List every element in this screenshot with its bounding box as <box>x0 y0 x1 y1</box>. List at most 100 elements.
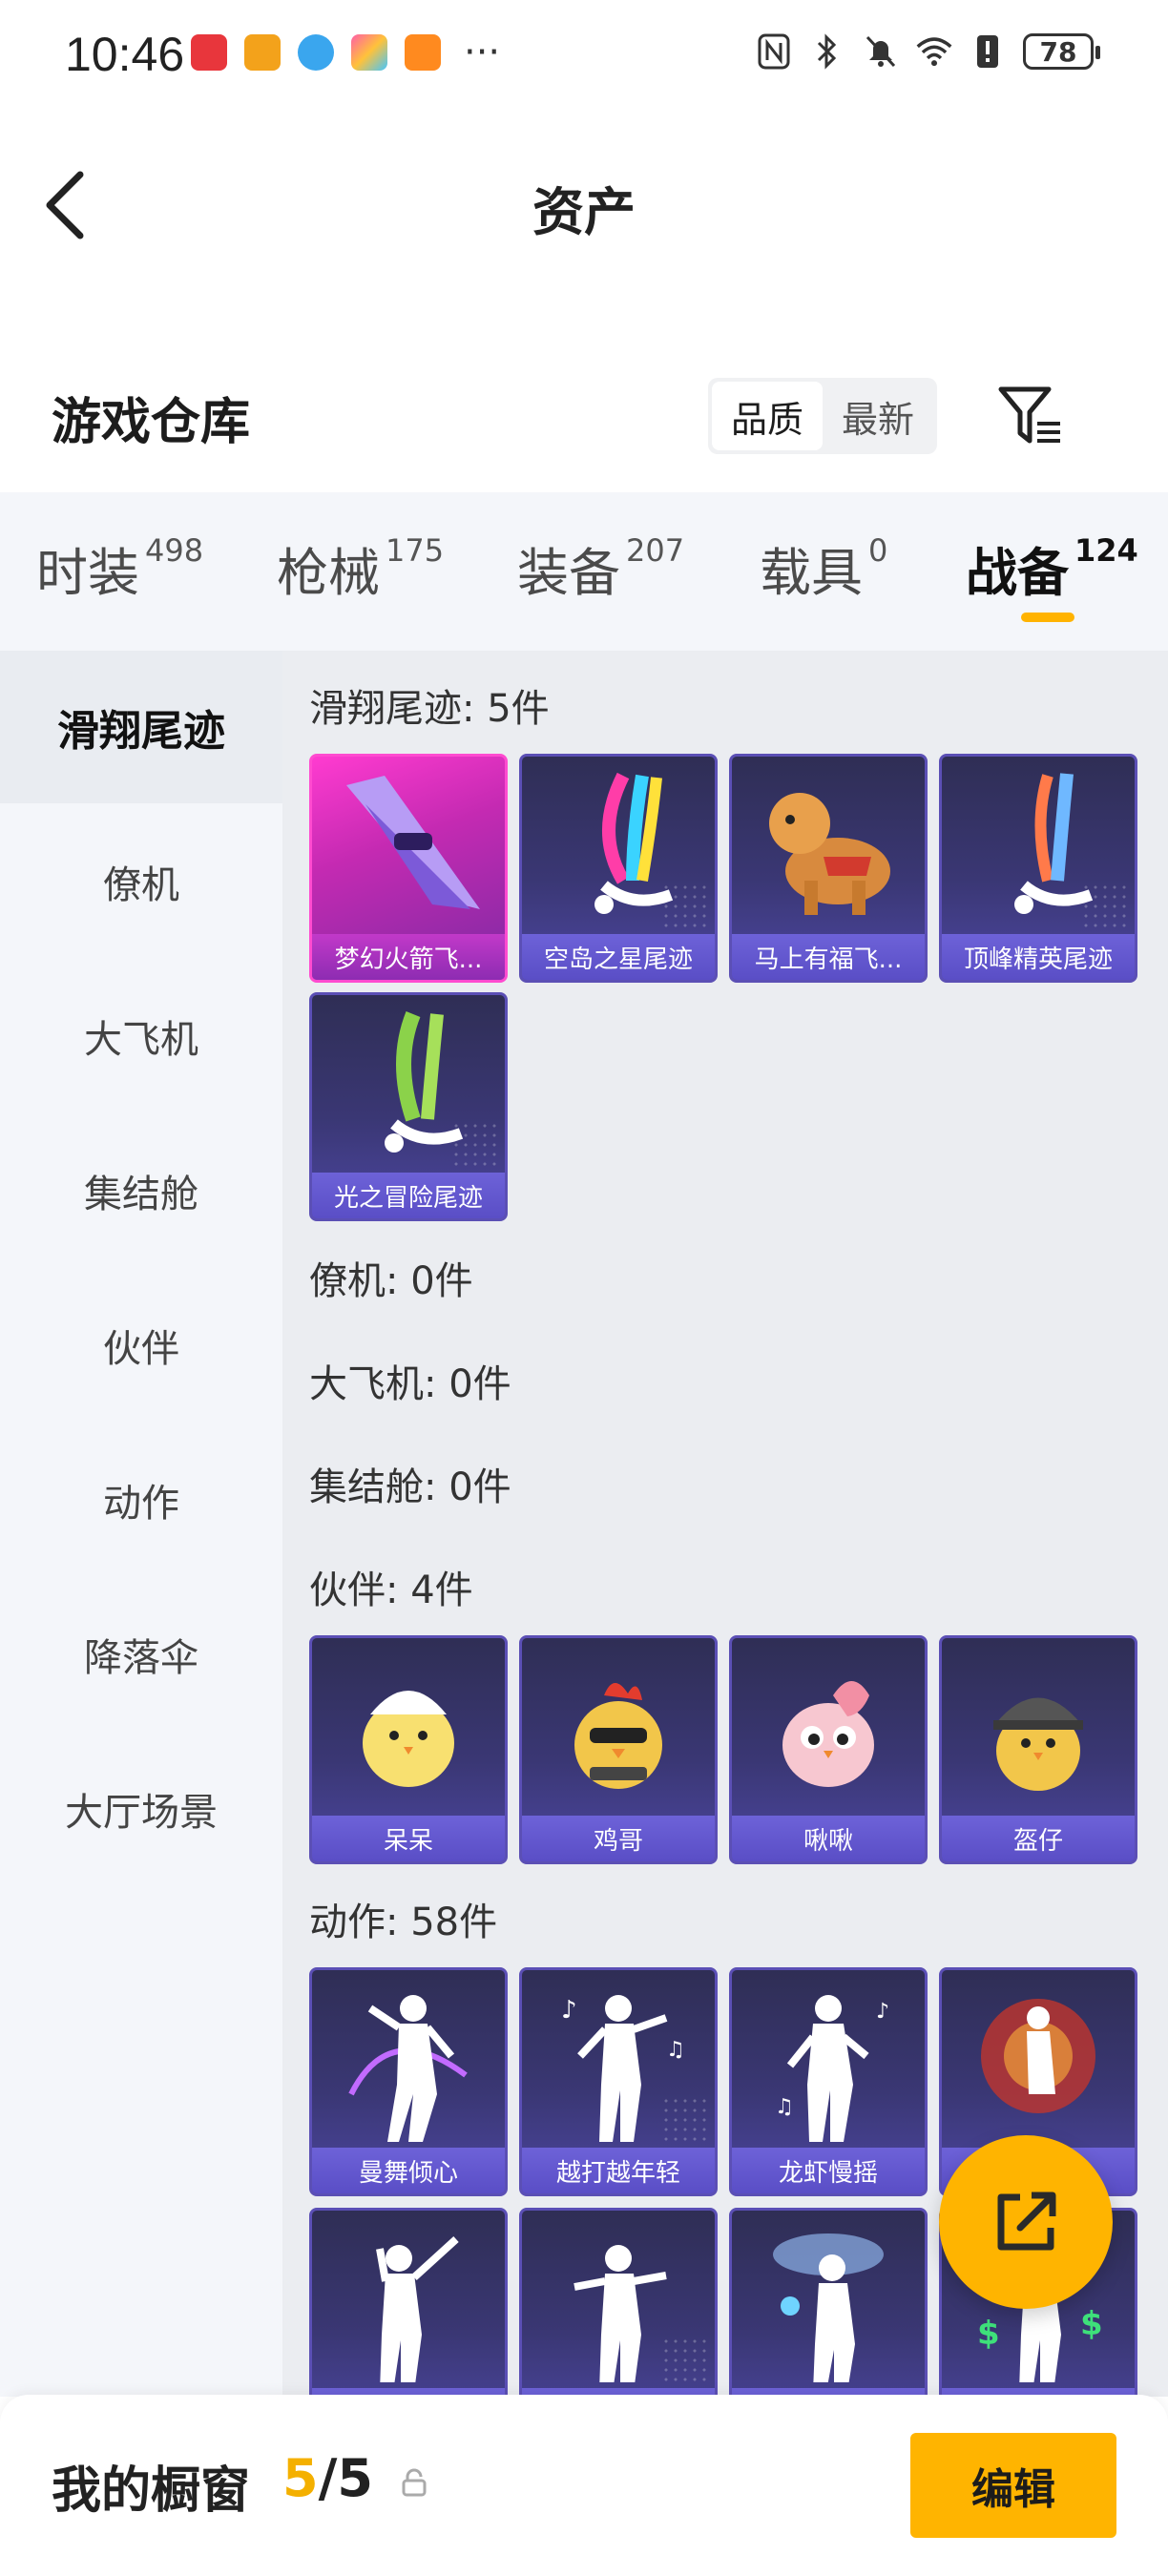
showcase-bar: 我的橱窗 5/5 编辑 <box>0 2395 1168 2576</box>
share-external-icon <box>997 2192 1056 2251</box>
item-list: 滑翔尾迹: 5件 梦幻火箭飞... 空岛之星尾迹 马上有福飞... 顶峰精英尾迹… <box>282 651 1168 2397</box>
group-header-partner: 伙伴: 4件 <box>309 1568 473 1612</box>
sidebar-item-parachute[interactable]: 降落伞 <box>0 1578 282 1731</box>
item-card[interactable] <box>309 2208 508 2397</box>
item-card[interactable]: ♪ ♫ 越打越年轻 <box>519 1967 718 2196</box>
item-card[interactable] <box>519 2208 718 2397</box>
bluetooth-icon <box>809 32 845 71</box>
item-name: 啾啾 <box>732 1816 925 1861</box>
tab-label: 战备 <box>966 543 1069 603</box>
item-name: 呆呆 <box>312 1816 505 1861</box>
item-image <box>732 2211 925 2392</box>
tab-fashion[interactable]: 时装 498 <box>36 530 203 606</box>
sidebar: 滑翔尾迹 僚机 大飞机 集结舱 伙伴 动作 降落伞 大厅场景 <box>0 651 282 2397</box>
tab-battle-gear[interactable]: 战备 124 <box>966 530 1138 606</box>
sort-quality-button[interactable]: 品质 <box>712 382 823 450</box>
svg-text:$: $ <box>977 2315 1000 2353</box>
nfc-icon <box>756 32 792 71</box>
category-tabs: 时装 498 枪械 175 装备 207 载具 0 战备 124 <box>0 492 1168 651</box>
item-image <box>942 1970 1135 2151</box>
item-name: 光之冒险尾迹 <box>312 1173 505 1218</box>
filter-button[interactable] <box>992 378 1069 454</box>
edit-button[interactable]: 编辑 <box>910 2433 1116 2538</box>
item-name: 鸡哥 <box>522 1816 715 1861</box>
item-name: 龙虾慢摇 <box>732 2148 925 2193</box>
group-header-wingman: 僚机: 0件 <box>309 1259 473 1303</box>
sidebar-item-rally-pod[interactable]: 集结舱 <box>0 1114 282 1267</box>
group-header-glide-trail: 滑翔尾迹: 5件 <box>309 687 550 731</box>
item-card[interactable]: ♪ ♫ 龙虾慢摇 <box>729 1967 928 2196</box>
app-icon-2 <box>244 34 281 71</box>
item-card[interactable] <box>729 2208 928 2397</box>
tab-count: 498 <box>145 532 204 569</box>
battery-icon: 78 <box>1023 33 1100 70</box>
tab-label: 载具 <box>760 543 863 603</box>
item-name: 马上有福飞... <box>732 934 925 980</box>
showcase-title: 我的橱窗 <box>52 2462 251 2520</box>
item-name: 曼舞倾心 <box>312 2148 505 2193</box>
item-image <box>312 2211 505 2392</box>
svg-text:♫: ♫ <box>775 2095 794 2119</box>
status-app-icons: ··· <box>191 31 501 74</box>
item-image <box>732 757 925 938</box>
item-card[interactable]: 梦幻火箭飞... <box>309 754 508 983</box>
item-name: 盔仔 <box>942 1816 1135 1861</box>
showcase-total: 5 <box>337 2448 373 2508</box>
group-header-action: 动作: 58件 <box>309 1901 498 1944</box>
item-card[interactable]: 空岛之星尾迹 <box>519 754 718 983</box>
sidebar-item-action[interactable]: 动作 <box>0 1423 282 1576</box>
huawei-app-icon <box>191 34 227 71</box>
item-name: 越打越年轻 <box>522 2148 715 2193</box>
group-header-rally-pod: 集结舱: 0件 <box>309 1465 511 1509</box>
sidebar-item-lobby-scene[interactable]: 大厅场景 <box>0 1733 282 1885</box>
app-icon-4 <box>351 34 387 71</box>
wifi-icon <box>916 32 952 71</box>
warehouse-title: 游戏仓库 <box>52 394 251 451</box>
tab-count: 207 <box>626 532 685 569</box>
item-card[interactable]: 曼舞倾心 <box>309 1967 508 2196</box>
tab-label: 装备 <box>517 543 620 603</box>
card-pattern <box>661 2096 709 2144</box>
tab-count: 0 <box>868 532 888 569</box>
tab-label: 枪械 <box>277 543 380 603</box>
item-name: 顶峰精英尾迹 <box>942 934 1135 980</box>
showcase-separator: / <box>318 2448 338 2508</box>
item-image <box>732 1638 925 1819</box>
svg-text:♪: ♪ <box>561 1996 577 2025</box>
tab-equipment[interactable]: 装备 207 <box>517 530 684 606</box>
showcase-count: 5/5 <box>282 2448 373 2508</box>
sort-latest-button[interactable]: 最新 <box>823 382 933 450</box>
tab-count: 124 <box>1074 532 1138 569</box>
svg-text:♫: ♫ <box>666 2038 685 2062</box>
more-notifications-icon: ··· <box>464 31 501 74</box>
tab-vehicles[interactable]: 载具 0 <box>760 530 887 606</box>
svg-text:♪: ♪ <box>876 2000 889 2024</box>
item-image <box>522 1638 715 1819</box>
item-name: 梦幻火箭飞... <box>312 934 505 980</box>
svg-text:$: $ <box>1080 2305 1103 2343</box>
app-icon-5 <box>405 34 441 71</box>
battery-level: 78 <box>1039 35 1077 68</box>
item-card[interactable]: 光之冒险尾迹 <box>309 992 508 1221</box>
item-card[interactable]: 呆呆 <box>309 1635 508 1864</box>
item-card[interactable]: 鸡哥 <box>519 1635 718 1864</box>
status-indicators: 78 <box>756 32 1100 71</box>
item-name: 空岛之星尾迹 <box>522 934 715 980</box>
sidebar-item-glide-trail[interactable]: 滑翔尾迹 <box>0 651 282 803</box>
filter-icon <box>998 386 1060 444</box>
card-pattern <box>1081 883 1129 930</box>
item-card[interactable]: 马上有福飞... <box>729 754 928 983</box>
sidebar-item-partner[interactable]: 伙伴 <box>0 1269 282 1422</box>
share-button[interactable] <box>939 2135 1113 2309</box>
item-image <box>312 1970 505 2151</box>
sidebar-item-wingman[interactable]: 僚机 <box>0 805 282 958</box>
item-card[interactable]: 盔仔 <box>939 1635 1137 1864</box>
card-pattern <box>661 883 709 930</box>
group-header-big-plane: 大飞机: 0件 <box>309 1362 511 1406</box>
tab-firearms[interactable]: 枪械 175 <box>277 530 444 606</box>
item-image <box>312 1638 505 1819</box>
alert-icon <box>970 32 1006 71</box>
item-card[interactable]: 啾啾 <box>729 1635 928 1864</box>
sidebar-item-big-plane[interactable]: 大飞机 <box>0 960 282 1112</box>
item-card[interactable]: 顶峰精英尾迹 <box>939 754 1137 983</box>
